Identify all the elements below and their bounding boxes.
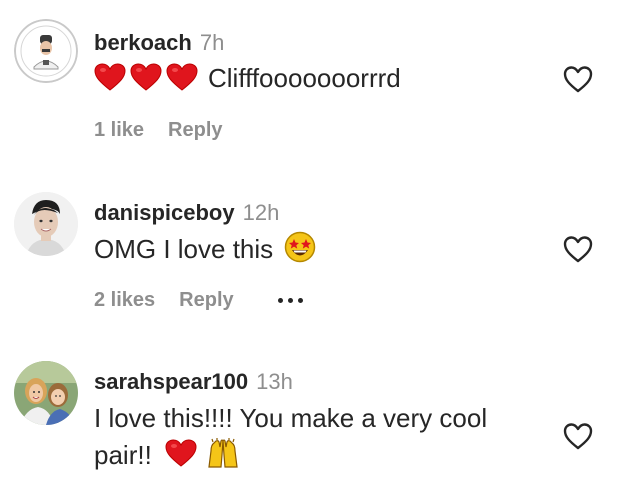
comment-body: Clifffooooooorrrd	[208, 63, 401, 93]
timestamp[interactable]: 7h	[200, 30, 224, 55]
comment-body-line-2: pair!!	[94, 439, 152, 470]
comment-header: berkoach 7h	[94, 30, 224, 56]
reply-button[interactable]: Reply	[179, 288, 233, 312]
username[interactable]: danispiceboy	[94, 200, 235, 225]
comment-text: I love this!!!! You make a very cool	[94, 401, 487, 435]
comment-text: Clifffooooooorrrd	[94, 61, 401, 99]
raised-hands-emoji	[206, 437, 240, 477]
username[interactable]: sarahspear100	[94, 369, 248, 394]
likes-count[interactable]: 1 like	[94, 118, 144, 142]
heart-outline-icon[interactable]	[562, 421, 594, 451]
heart-outline-icon[interactable]	[562, 234, 594, 264]
heart-outline-icon[interactable]	[562, 64, 594, 94]
username[interactable]: berkoach	[94, 30, 192, 55]
timestamp[interactable]: 13h	[256, 369, 293, 394]
avatar[interactable]	[14, 361, 78, 425]
likes-count[interactable]: 2 likes	[94, 288, 155, 312]
comment-header: sarahspear100 13h	[94, 369, 293, 395]
red-heart-emoji	[166, 63, 198, 99]
comment-body: OMG I love this	[94, 233, 274, 264]
comment-header: danispiceboy 12h	[94, 200, 279, 226]
comment-body-line-1: I love this!!!! You make a very cool	[94, 403, 488, 433]
timestamp[interactable]: 12h	[243, 200, 280, 225]
red-heart-emoji	[165, 439, 197, 475]
red-heart-emoji	[130, 63, 162, 99]
comment-meta: 2 likes Reply	[94, 288, 303, 312]
comment-meta: 1 like Reply	[94, 118, 223, 142]
more-options-icon[interactable]	[277, 297, 303, 303]
comment-text: pair!!	[94, 437, 240, 477]
red-heart-emoji	[94, 63, 126, 99]
comment-text: OMG I love this	[94, 231, 316, 271]
avatar[interactable]	[14, 19, 78, 83]
star-struck-emoji	[284, 231, 316, 271]
avatar[interactable]	[14, 192, 78, 256]
reply-button[interactable]: Reply	[168, 118, 222, 142]
